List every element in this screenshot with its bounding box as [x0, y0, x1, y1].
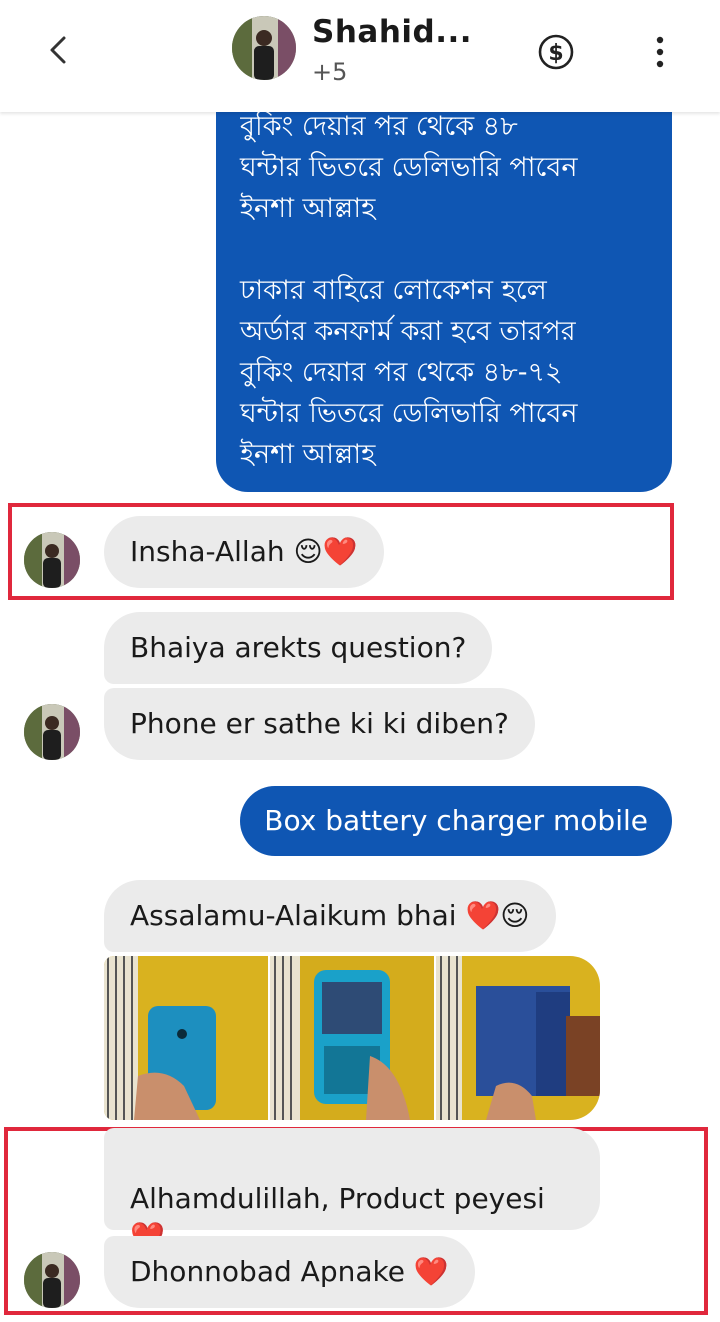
- payment-button[interactable]: $: [536, 32, 576, 72]
- incoming-message[interactable]: Dhonnobad Apnake ❤️: [104, 1236, 475, 1308]
- nokia-box-photo[interactable]: [436, 956, 600, 1120]
- sender-avatar[interactable]: [24, 704, 80, 760]
- message-text: ঘন্টার ভিতরে ডেলিভারি পাবেন ইনশা আল্লাহ …: [240, 152, 578, 470]
- message-text: Dhonnobad Apnake ❤️: [130, 1255, 449, 1288]
- incoming-message[interactable]: Alhamdulillah, Product peyesi ❤️: [104, 1128, 600, 1253]
- participants-count: +5: [312, 58, 348, 86]
- blue-nokia-phone-photo[interactable]: [104, 956, 268, 1120]
- vertical-dots-icon: [656, 36, 664, 68]
- incoming-message[interactable]: Insha-Allah 😌❤️: [104, 516, 384, 588]
- nokia-qwerty-phone-photo[interactable]: [270, 956, 434, 1120]
- more-options-button[interactable]: [648, 34, 672, 70]
- dollar-circle-icon: $: [538, 34, 574, 70]
- contact-avatar[interactable]: [232, 16, 296, 80]
- incoming-message[interactable]: Bhaiya arekts question?: [104, 612, 493, 684]
- contact-name[interactable]: Shahid...: [312, 14, 472, 50]
- outgoing-message-delivery-info[interactable]: বুকিং দেয়ার পর থেকে ৪৮ ঘন্টার ভিতরে ডেল…: [216, 80, 672, 492]
- message-text: Assalamu-Alaikum bhai ❤️😌: [130, 899, 530, 932]
- incoming-message[interactable]: Assalamu-Alaikum bhai ❤️😌: [104, 880, 556, 952]
- svg-text:$: $: [548, 41, 563, 66]
- message-text: Bhaiya arekts question?: [130, 631, 467, 664]
- incoming-message[interactable]: Phone er sathe ki ki diben?: [104, 688, 535, 760]
- outgoing-message[interactable]: Box battery charger mobile: [240, 786, 672, 856]
- sender-avatar[interactable]: [24, 1252, 80, 1308]
- chevron-left-icon: [50, 36, 66, 64]
- back-button[interactable]: [40, 30, 80, 70]
- message-text: Box battery charger mobile: [264, 804, 648, 837]
- chat-header: Shahid... +5 $: [0, 0, 720, 112]
- message-text: Insha-Allah 😌❤️: [130, 535, 358, 568]
- sender-avatar[interactable]: [24, 532, 80, 588]
- message-text-cut: বুকিং দেয়ার পর থেকে ৪৮: [240, 111, 518, 142]
- message-text: Phone er sathe ki ki diben?: [130, 707, 509, 740]
